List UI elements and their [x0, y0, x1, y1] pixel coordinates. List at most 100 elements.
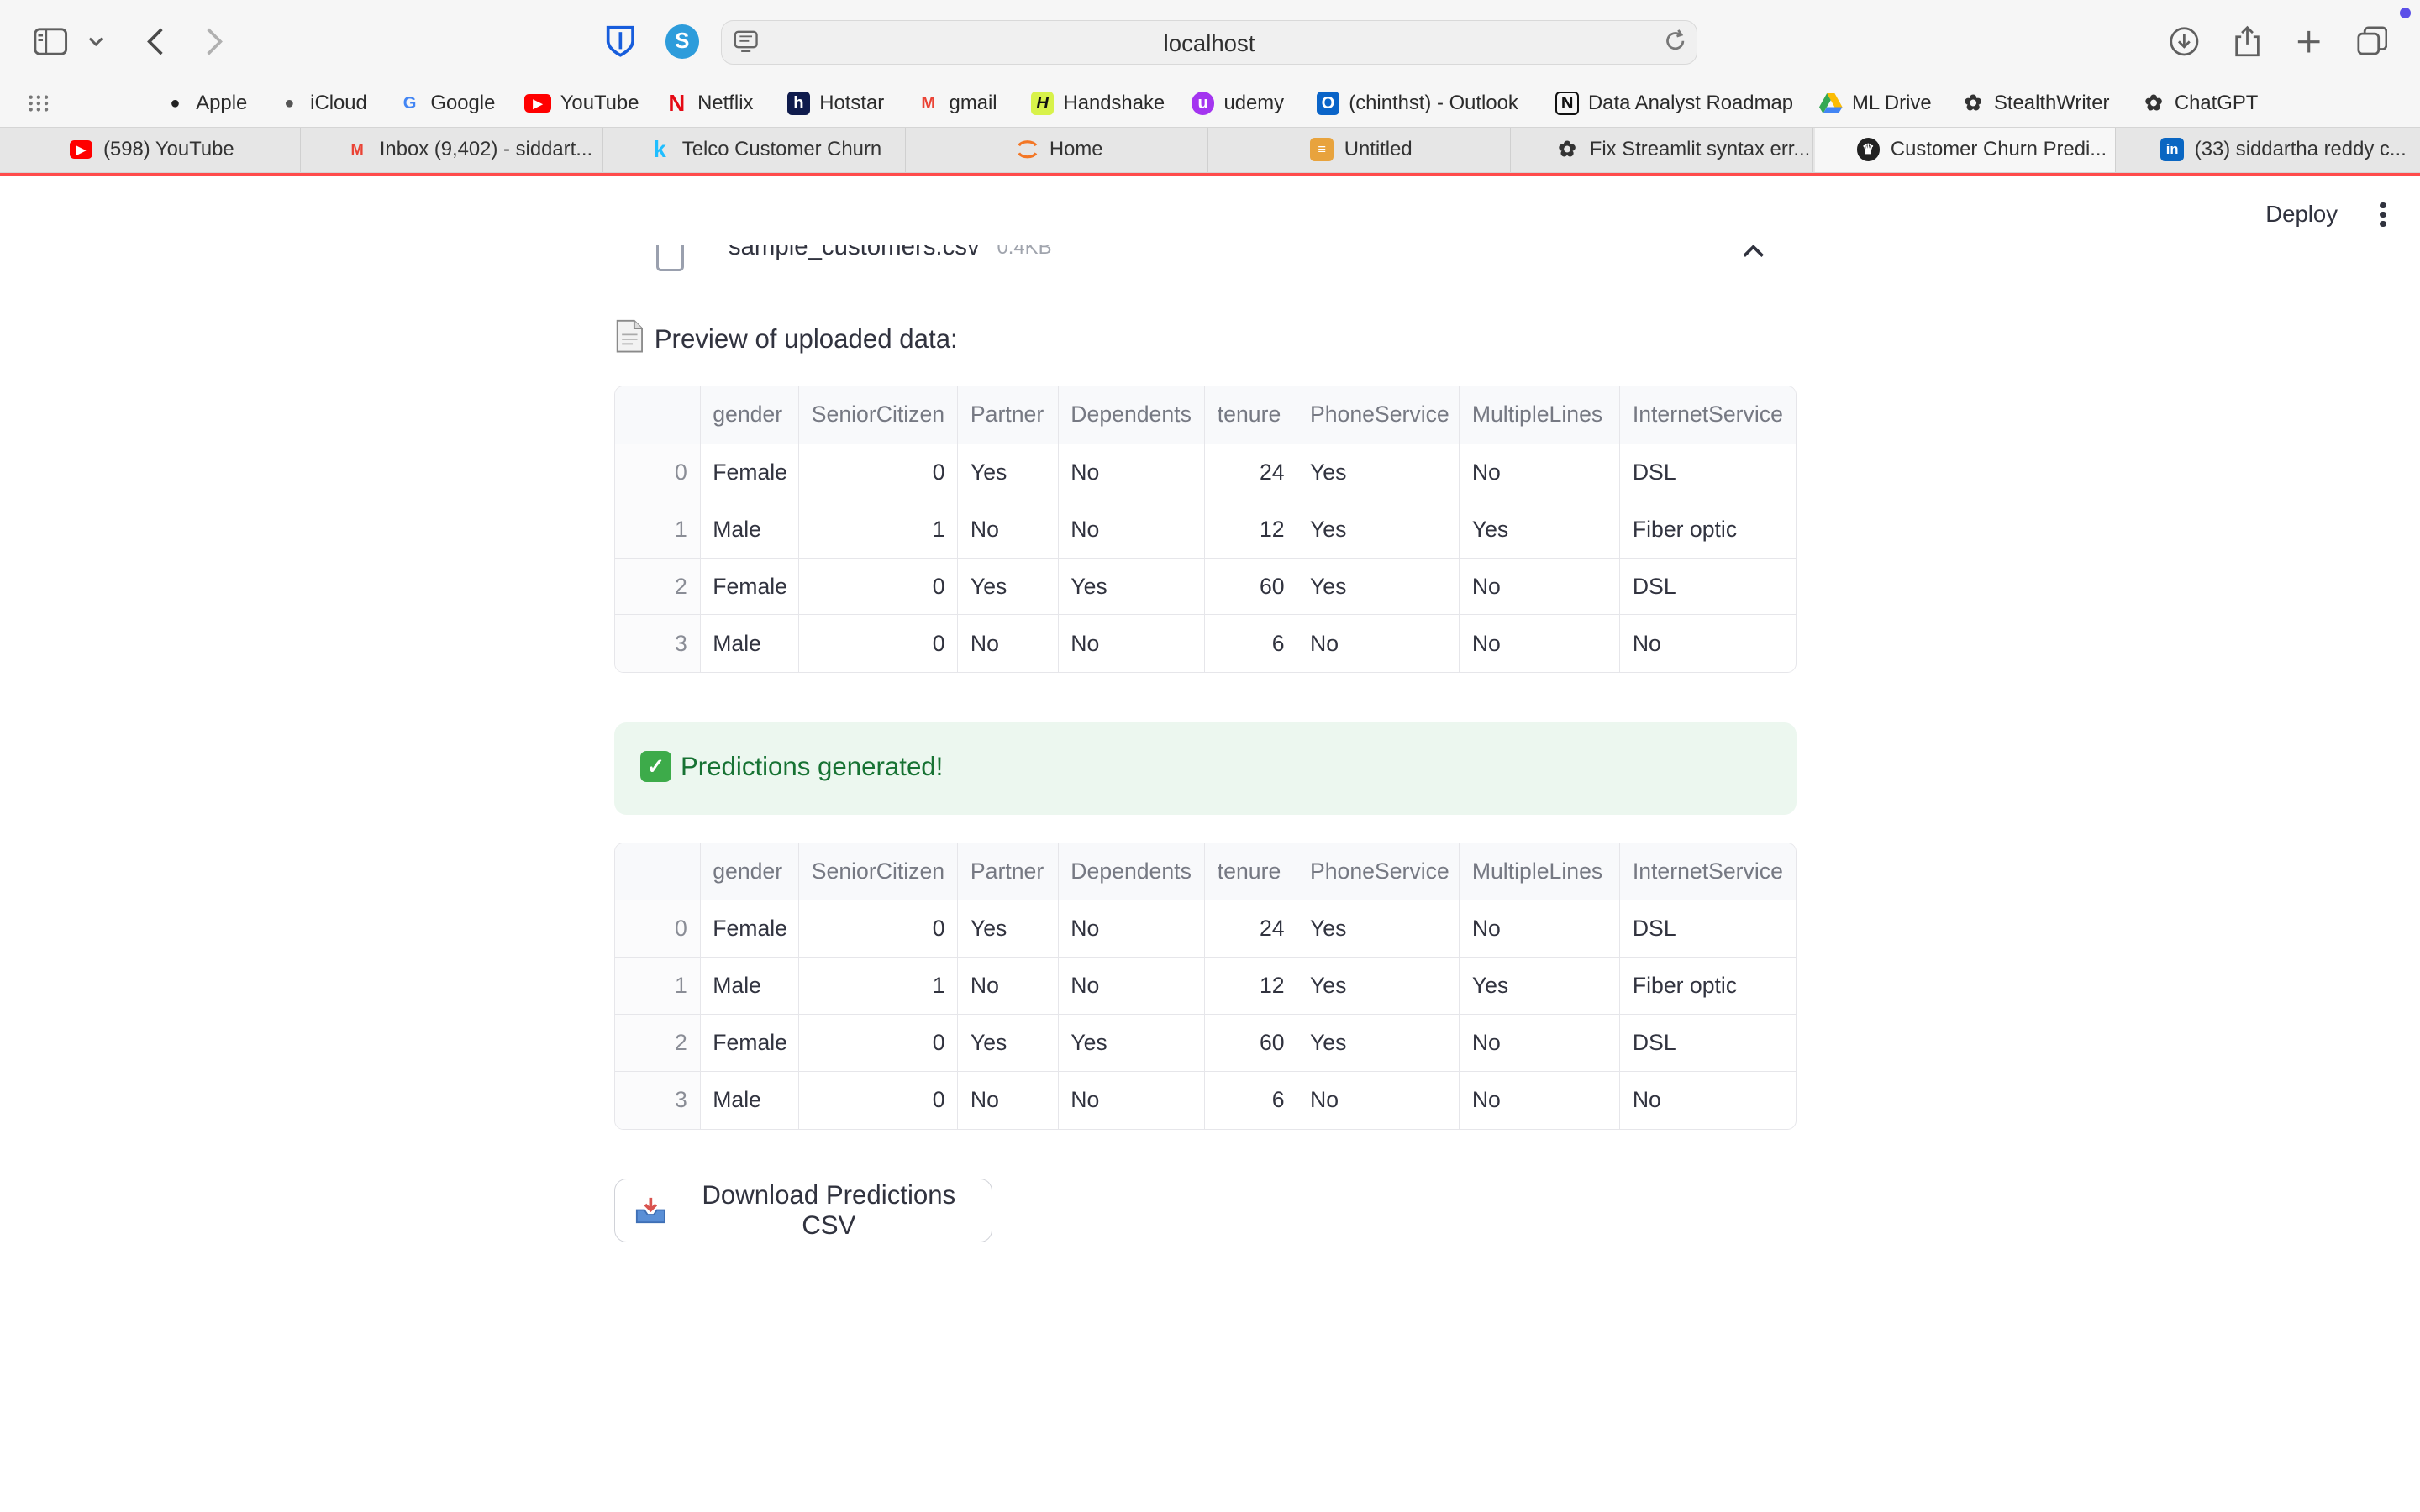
table-cell[interactable]: DSL: [1619, 558, 1796, 616]
table-cell[interactable]: Yes: [1297, 900, 1460, 958]
table-cell[interactable]: 24: [1204, 900, 1298, 958]
bitwarden-icon[interactable]: [600, 22, 640, 62]
table-cell[interactable]: Yes: [1297, 444, 1460, 501]
table-cell[interactable]: No: [1620, 615, 1796, 672]
bookmark-youtube[interactable]: ▶ YouTube: [524, 88, 639, 119]
table-cell[interactable]: 0: [798, 1014, 959, 1073]
tab-overview-icon[interactable]: [2352, 22, 2392, 62]
table-cell[interactable]: 24: [1204, 444, 1298, 501]
table-cell[interactable]: No: [1459, 1071, 1621, 1129]
table-cell[interactable]: Female: [700, 1014, 800, 1073]
apps-grid-icon[interactable]: [28, 88, 50, 119]
table-cell[interactable]: 60: [1204, 558, 1298, 616]
reload-icon[interactable]: [1663, 29, 1687, 60]
tab-linkedin[interactable]: in (33) siddartha reddy c...: [2118, 128, 2418, 172]
table-cell[interactable]: DSL: [1619, 444, 1796, 501]
bookmark-google[interactable]: G Google: [398, 88, 496, 119]
table-cell[interactable]: Yes: [1297, 558, 1460, 616]
column-header[interactable]: MultipleLines: [1459, 843, 1621, 901]
table-cell[interactable]: Yes: [1297, 501, 1460, 559]
table-cell[interactable]: Yes: [1459, 957, 1621, 1016]
table-cell[interactable]: 12: [1204, 501, 1298, 559]
table-cell[interactable]: No: [957, 501, 1059, 559]
table-cell[interactable]: No: [1459, 558, 1621, 616]
table-cell[interactable]: DSL: [1619, 900, 1796, 958]
column-header[interactable]: tenure: [1204, 386, 1298, 444]
table-cell[interactable]: 1: [798, 957, 959, 1016]
table-cell[interactable]: 12: [1204, 957, 1298, 1016]
tab-customer-churn-prediction[interactable]: ♛ Customer Churn Predi...: [1814, 127, 2117, 172]
bookmark-apple[interactable]: ● Apple: [164, 88, 247, 119]
back-icon[interactable]: [136, 22, 176, 62]
tab-home[interactable]: Home: [908, 127, 1209, 172]
column-header[interactable]: PhoneService: [1297, 386, 1460, 444]
table-cell[interactable]: Yes: [957, 900, 1059, 958]
table-cell[interactable]: No: [1297, 614, 1460, 672]
tab-gmail[interactable]: M Inbox (9,402) - siddart...: [302, 127, 604, 172]
tab-telco-customer-churn[interactable]: k Telco Customer Churn: [605, 127, 907, 172]
table-cell[interactable]: No: [1459, 444, 1621, 501]
bookmark-chatgpt[interactable]: ✿ ChatGPT: [2142, 88, 2258, 119]
table-cell[interactable]: Yes: [1058, 1014, 1206, 1073]
tab-untitled[interactable]: ≡ Untitled: [1210, 127, 1512, 172]
table-cell[interactable]: Male: [700, 1071, 800, 1129]
bookmark-stealthwriter[interactable]: ✿ StealthWriter: [1961, 88, 2109, 119]
column-header[interactable]: Dependents: [1058, 386, 1206, 444]
table-cell[interactable]: No: [1058, 444, 1206, 501]
table-cell[interactable]: No: [957, 957, 1059, 1016]
table-cell[interactable]: 0: [798, 900, 959, 958]
table-cell[interactable]: Female: [700, 444, 800, 501]
column-header[interactable]: gender: [700, 843, 800, 901]
table-cell[interactable]: DSL: [1619, 1014, 1796, 1073]
bookmark-ml-drive[interactable]: ML Drive: [1819, 88, 1932, 119]
table-cell[interactable]: No: [957, 614, 1059, 672]
sidebar-toggle-icon[interactable]: [31, 22, 71, 62]
table-cell[interactable]: Female: [700, 900, 800, 958]
table-cell[interactable]: Female: [700, 558, 800, 616]
chevron-down-icon[interactable]: [81, 22, 112, 62]
table-cell[interactable]: Yes: [1459, 501, 1621, 559]
table-cell[interactable]: Yes: [957, 1014, 1059, 1073]
table-cell[interactable]: Yes: [957, 444, 1059, 501]
table-cell[interactable]: No: [957, 1071, 1059, 1129]
bookmark-netflix[interactable]: N Netflix: [666, 88, 753, 119]
table-cell[interactable]: Male: [700, 501, 800, 559]
bookmark-outlook[interactable]: O (chinthst) - Outlook: [1316, 88, 1518, 119]
table-cell[interactable]: 0: [798, 558, 959, 616]
table-cell[interactable]: No: [1620, 1072, 1796, 1129]
table-cell[interactable]: No: [1058, 957, 1206, 1016]
bookmark-handshake[interactable]: H Handshake: [1030, 88, 1165, 119]
table-cell[interactable]: Fiber optic: [1619, 501, 1796, 559]
tab-youtube[interactable]: ▶ (598) YouTube: [0, 127, 302, 172]
table-cell[interactable]: 0: [798, 444, 959, 501]
column-header[interactable]: InternetService: [1619, 386, 1796, 444]
preview-dataframe[interactable]: gender SeniorCitizen Partner Dependents …: [614, 386, 1797, 673]
deploy-button[interactable]: Deploy: [2250, 197, 2353, 230]
new-tab-icon[interactable]: [2289, 22, 2329, 62]
column-header[interactable]: MultipleLines: [1459, 386, 1621, 444]
table-cell[interactable]: Fiber optic: [1619, 957, 1796, 1016]
downloads-icon[interactable]: [2164, 22, 2204, 62]
bookmark-icloud[interactable]: ● iCloud: [278, 88, 367, 119]
bookmark-gmail[interactable]: Mgmail: [917, 88, 997, 119]
table-cell[interactable]: Male: [700, 957, 800, 1016]
table-cell[interactable]: No: [1058, 900, 1206, 958]
table-cell[interactable]: Yes: [1297, 957, 1460, 1016]
table-cell[interactable]: Yes: [1058, 558, 1206, 616]
table-cell[interactable]: 6: [1204, 1071, 1298, 1129]
table-cell[interactable]: No: [1058, 1071, 1206, 1129]
column-header[interactable]: Partner: [957, 386, 1059, 444]
table-cell[interactable]: Yes: [1297, 1014, 1460, 1073]
table-cell[interactable]: 1: [798, 501, 959, 559]
address-bar[interactable]: localhost: [720, 19, 1698, 66]
more-menu-icon[interactable]: [2370, 197, 2395, 231]
extension-s-icon[interactable]: S: [662, 22, 702, 62]
table-cell[interactable]: 6: [1204, 614, 1298, 672]
table-cell[interactable]: Yes: [957, 558, 1059, 616]
table-cell[interactable]: No: [1058, 501, 1206, 559]
download-predictions-button[interactable]: Download Predictions CSV: [614, 1179, 992, 1242]
table-cell[interactable]: No: [1459, 900, 1621, 958]
bookmark-data-analyst-roadmap[interactable]: N Data Analyst Roadmap: [1555, 88, 1793, 119]
column-header[interactable]: InternetService: [1619, 843, 1796, 901]
share-icon[interactable]: [2227, 22, 2267, 62]
